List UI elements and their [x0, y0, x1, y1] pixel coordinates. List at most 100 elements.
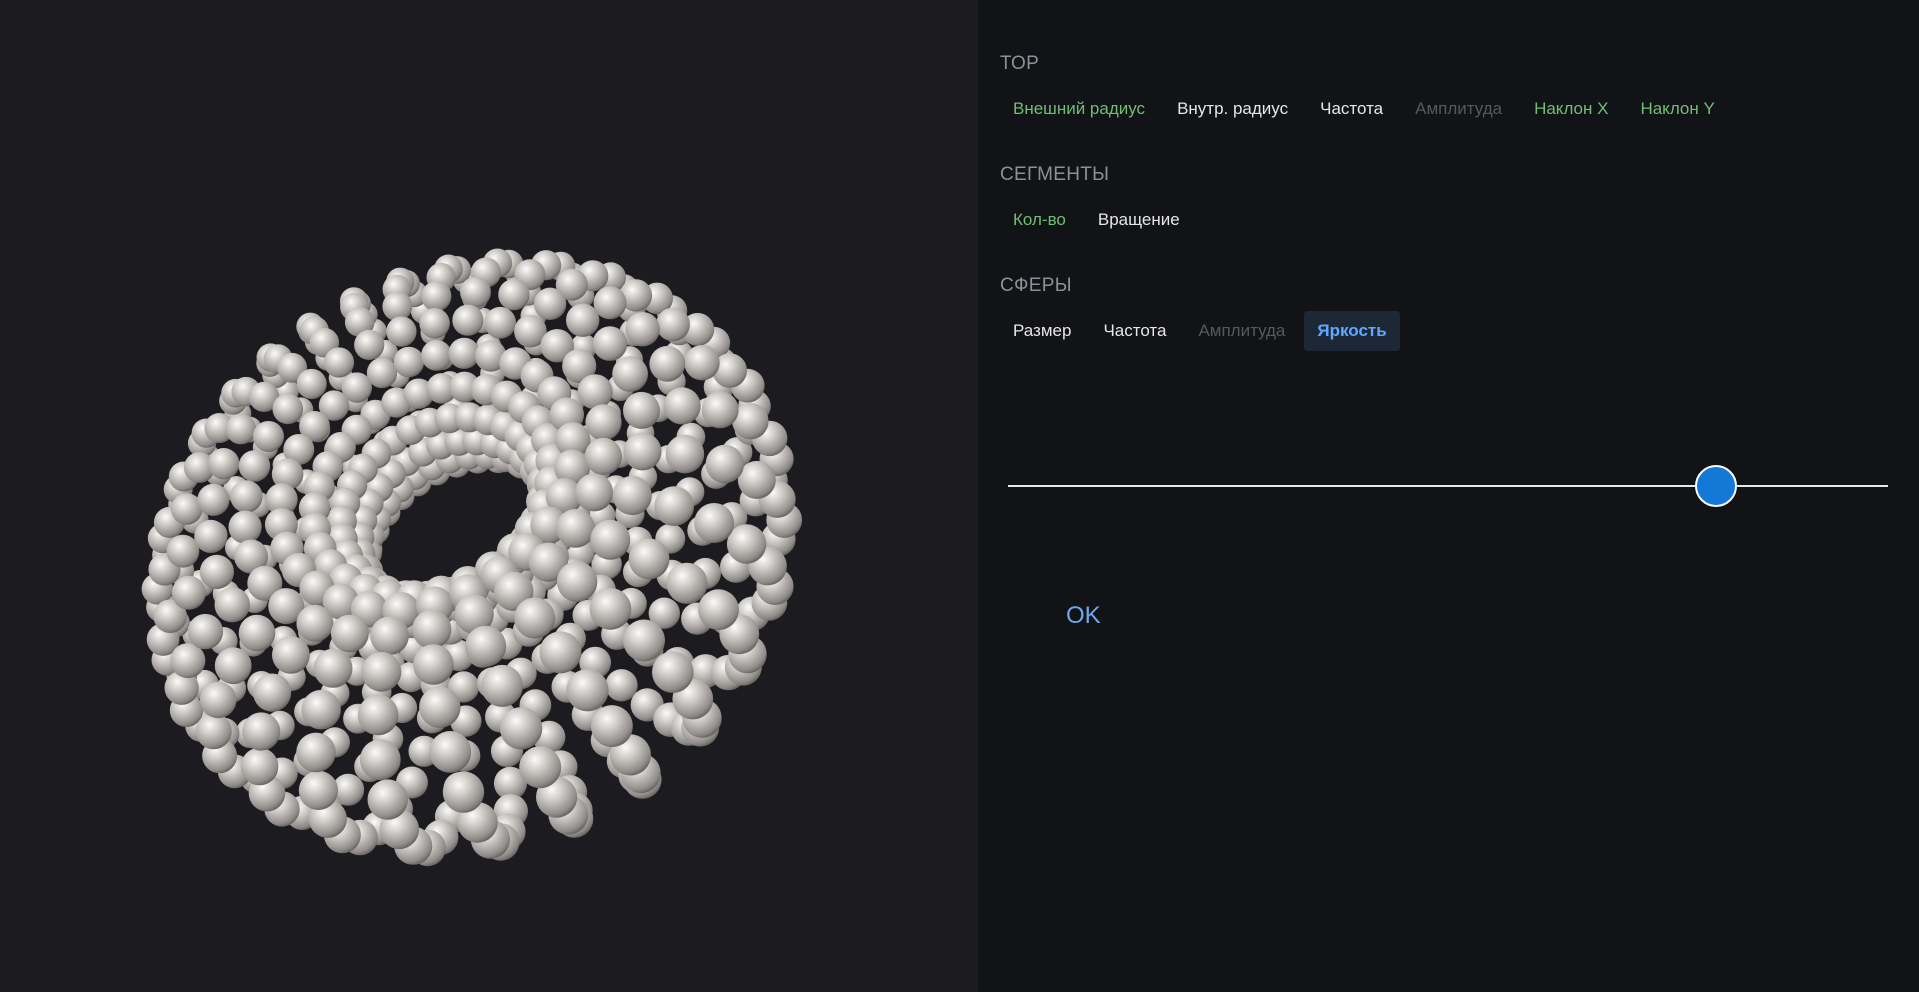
sphere [726, 524, 767, 564]
sphere [589, 588, 632, 630]
sphere [330, 614, 369, 653]
option-sphere-amplitude[interactable]: Амплитуда [1185, 311, 1298, 351]
group-title-spheres: СФЕРЫ [1000, 275, 1072, 296]
sphere [566, 303, 600, 337]
sphere [575, 473, 614, 512]
sphere [208, 448, 240, 480]
sphere [656, 307, 690, 342]
sphere [465, 625, 507, 667]
option-sphere-brightness[interactable]: Яркость [1304, 311, 1400, 351]
sphere [323, 347, 355, 378]
sphere [197, 483, 230, 516]
sphere [705, 444, 744, 484]
sphere [298, 770, 338, 811]
sphere [665, 434, 705, 474]
sphere [413, 644, 454, 685]
sphere [419, 308, 450, 339]
sphere [412, 609, 452, 649]
slider-track[interactable] [1008, 485, 1888, 487]
sphere [370, 616, 409, 655]
sphere [382, 291, 413, 322]
ok-button[interactable]: OK [1060, 598, 1107, 634]
sphere [590, 705, 633, 748]
sphere [194, 519, 228, 554]
sphere [214, 587, 250, 623]
sphere [366, 357, 398, 389]
sphere [623, 619, 665, 662]
sphere [228, 510, 262, 544]
sphere [701, 391, 739, 429]
sphere [367, 779, 408, 820]
sphere [499, 707, 543, 750]
sphere [519, 746, 562, 789]
option-segment-rotation[interactable]: Вращение [1085, 200, 1193, 240]
sphere [556, 508, 595, 548]
sphere [301, 689, 341, 730]
sphere [242, 712, 281, 751]
option-outer-radius[interactable]: Внешний радиус [1000, 89, 1158, 129]
sphere [361, 651, 402, 692]
value-slider[interactable] [1008, 464, 1888, 508]
sphere [296, 604, 334, 642]
sphere [533, 287, 567, 320]
option-sphere-size[interactable]: Размер [1000, 311, 1084, 351]
sphere [628, 538, 670, 580]
sphere [593, 286, 627, 320]
sphere [481, 664, 523, 707]
sphere [585, 404, 622, 441]
option-torus-frequency[interactable]: Частота [1307, 89, 1396, 129]
sphere [419, 686, 461, 728]
sphere [253, 421, 284, 452]
sphere [359, 739, 401, 781]
sphere [253, 673, 292, 712]
sphere [452, 304, 484, 336]
sphere [649, 345, 686, 382]
group-spheres: СФЕРЫ Размер Частота Амплитуда Яркость [1000, 275, 1400, 351]
option-segment-count[interactable]: Кол-во [1000, 200, 1079, 240]
sphere [214, 647, 252, 685]
sphere [442, 771, 485, 813]
sphere [187, 613, 224, 650]
option-tilt-y[interactable]: Наклон Y [1627, 89, 1727, 129]
sphere [313, 648, 353, 688]
sphere [421, 281, 452, 312]
sphere [577, 374, 613, 410]
sphere [623, 432, 662, 471]
sphere [623, 391, 660, 429]
sphere [484, 306, 517, 339]
sphere [166, 534, 200, 568]
3d-viewport[interactable] [0, 0, 978, 992]
sphere [272, 393, 304, 425]
option-inner-radius[interactable]: Внутр. радиус [1164, 89, 1301, 129]
sphere [199, 681, 237, 719]
sphere [556, 561, 598, 602]
group-segments: СЕГМЕНТЫ Кол-во Вращение [1000, 164, 1193, 240]
settings-panel: ТОР Внешний радиус Внутр. радиус Частота… [978, 0, 1919, 992]
sphere [625, 312, 660, 347]
torus-of-spheres-render[interactable] [0, 0, 978, 992]
sphere [272, 636, 310, 674]
sphere [199, 554, 234, 590]
sphere [592, 326, 628, 361]
sphere [296, 368, 327, 400]
sphere [225, 413, 257, 445]
sphere [460, 276, 491, 308]
sphere [238, 614, 276, 652]
sphere [663, 387, 701, 425]
sphere [654, 486, 694, 526]
sphere [393, 346, 425, 378]
group-title-torus: ТОР [1000, 53, 1040, 74]
sphere [357, 694, 399, 736]
sphere [429, 731, 472, 773]
sphere [195, 713, 232, 750]
sphere [238, 450, 271, 482]
sphere [539, 631, 582, 674]
sphere [590, 519, 631, 560]
sphere [566, 669, 609, 712]
option-tilt-x[interactable]: Наклон X [1521, 89, 1621, 129]
sphere [296, 732, 336, 773]
option-torus-amplitude[interactable]: Амплитуда [1402, 89, 1515, 129]
option-sphere-frequency[interactable]: Частота [1090, 311, 1179, 351]
sphere [514, 597, 556, 639]
slider-thumb[interactable] [1695, 465, 1738, 507]
